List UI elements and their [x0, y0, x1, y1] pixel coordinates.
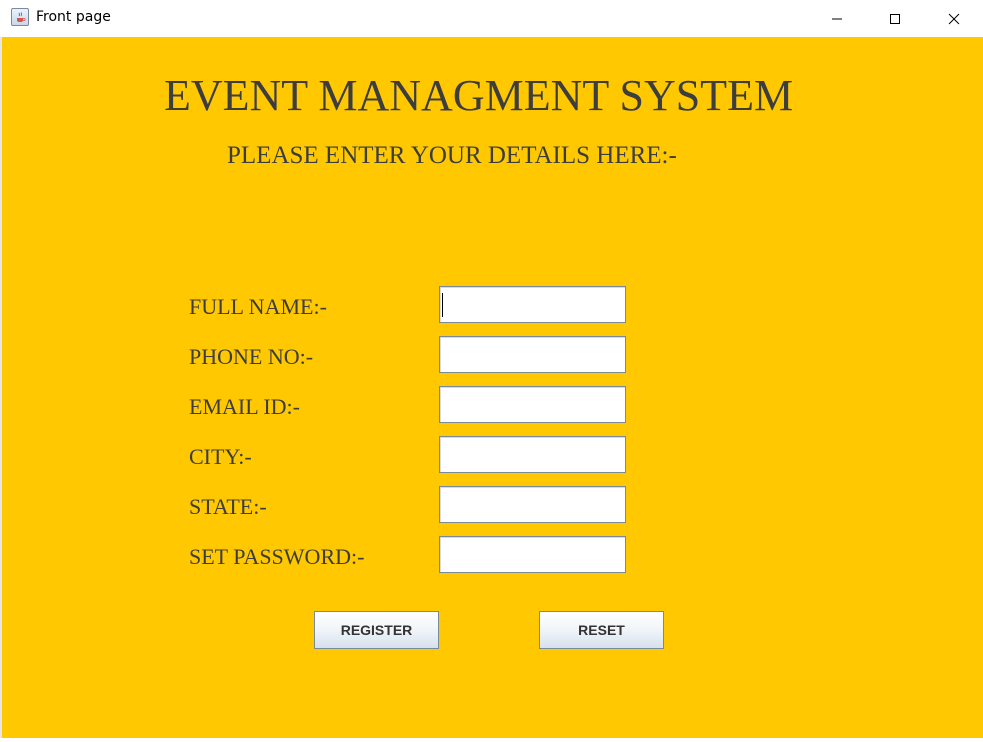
- minimize-button[interactable]: [808, 0, 866, 37]
- city-input[interactable]: [439, 436, 626, 473]
- full-name-input[interactable]: [439, 286, 626, 323]
- app-window: Front page EVENT MANAGMENT SYSTEM PLEASE…: [0, 0, 983, 742]
- maximize-icon: [890, 13, 900, 24]
- register-button[interactable]: REGISTER: [314, 611, 439, 649]
- city-label: CITY:-: [189, 444, 252, 469]
- phone-no-input[interactable]: [439, 336, 626, 373]
- window-title: Front page: [36, 9, 111, 25]
- window-bottom-edge: [0, 738, 983, 742]
- minimize-icon: [832, 18, 842, 19]
- maximize-button[interactable]: [866, 0, 924, 37]
- page-title: EVENT MANAGMENT SYSTEM: [164, 71, 794, 120]
- reset-button[interactable]: RESET: [539, 611, 664, 649]
- set-password-input[interactable]: [439, 536, 626, 573]
- java-app-icon: [11, 8, 29, 26]
- phone-no-label: PHONE NO:-: [189, 344, 314, 369]
- email-id-label: EMAIL ID:-: [189, 394, 300, 419]
- page-subtitle: PLEASE ENTER YOUR DETAILS HERE:-: [227, 142, 677, 169]
- set-password-label: SET PASSWORD:-: [189, 544, 365, 569]
- close-icon: [948, 13, 960, 24]
- email-id-input[interactable]: [439, 386, 626, 423]
- close-button[interactable]: [925, 0, 983, 37]
- title-bar[interactable]: Front page: [0, 0, 983, 37]
- state-label: STATE:-: [189, 494, 267, 519]
- state-input[interactable]: [439, 486, 626, 523]
- text-caret: [442, 293, 443, 317]
- full-name-label: FULL NAME:-: [189, 294, 327, 319]
